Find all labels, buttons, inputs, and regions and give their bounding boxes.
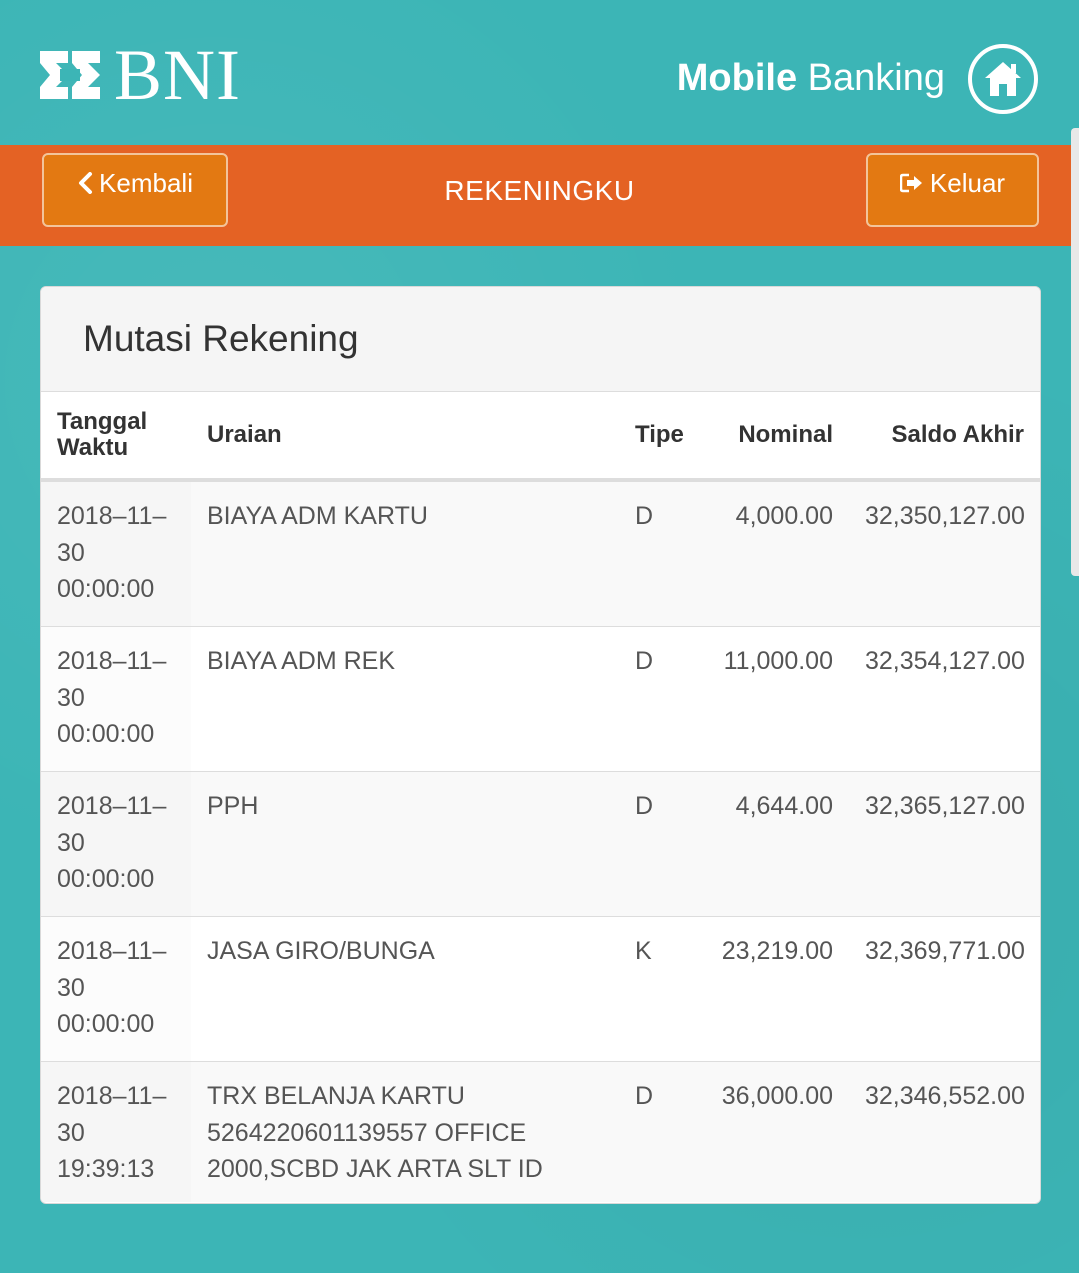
header-date: Tanggal Waktu — [41, 392, 191, 482]
header-type: Tipe — [619, 392, 701, 482]
cell-date: 2018–11– 30 19:39:13 — [41, 1061, 191, 1202]
nav-bar: Kembali REKENINGKU Keluar — [0, 145, 1079, 246]
panel-title: Mutasi Rekening — [83, 318, 359, 359]
page-scrollbar[interactable] — [1071, 128, 1079, 576]
cell-description: PPH — [191, 771, 619, 917]
cell-amount: 4,644.00 — [701, 771, 849, 917]
table-header-row: Tanggal Waktu Uraian Tipe Nominal Saldo A… — [41, 392, 1040, 482]
header-description: Uraian — [191, 392, 619, 482]
table-row: 2018–11– 30 19:39:13 TRX BELANJA KARTU 5264… — [41, 1061, 1040, 1202]
cell-amount: 11,000.00 — [701, 626, 849, 772]
table-row: 2018–11– 30 00:00:00 BIAYA ADM KARTU D 4,0… — [41, 480, 1040, 627]
mutasi-panel: Mutasi Rekening Tanggal Waktu Uraian Tipe… — [40, 286, 1041, 1204]
bni-logo: BNI — [38, 35, 241, 115]
cell-balance: 32,365,127.00 — [849, 771, 1040, 917]
bni-logo-text: BNI — [114, 35, 241, 115]
panel-heading: Mutasi Rekening — [41, 287, 1040, 392]
cell-description: TRX BELANJA KARTU 5264220601139557 OFFICE… — [191, 1061, 619, 1202]
table-row: 2018–11– 30 00:00:00 BIAYA ADM REK D 11,00… — [41, 626, 1040, 772]
cell-balance: 32,369,771.00 — [849, 916, 1040, 1062]
cell-description: BIAYA ADM REK — [191, 626, 619, 772]
cell-type: D — [619, 771, 701, 917]
cell-description: JASA GIRO/BUNGA — [191, 916, 619, 1062]
cell-amount: 23,219.00 — [701, 916, 849, 1062]
cell-type: K — [619, 916, 701, 1062]
cell-amount: 36,000.00 — [701, 1061, 849, 1202]
app-title-rest: Banking — [797, 57, 945, 99]
cell-date: 2018–11– 30 00:00:00 — [41, 626, 191, 772]
header-amount: Nominal — [701, 392, 849, 482]
bni-logo-mark — [40, 51, 100, 99]
home-button[interactable] — [968, 44, 1038, 114]
header-balance: Saldo Akhir — [849, 392, 1040, 482]
cell-description: BIAYA ADM KARTU — [207, 502, 428, 530]
cell-date: 2018–11– 30 00:00:00 — [41, 916, 191, 1062]
cell-date: 2018–11– 30 00:00:00 — [57, 502, 167, 603]
app-title: Mobile Banking — [677, 57, 945, 100]
cell-type: D — [619, 626, 701, 772]
cell-type: D — [635, 502, 654, 530]
cell-type: D — [619, 1061, 701, 1202]
logout-button-label: Keluar — [929, 167, 1006, 198]
cell-date: 2018–11– 30 00:00:00 — [41, 771, 191, 917]
app-header: BNI Mobile Banking — [0, 0, 1079, 145]
logout-button[interactable]: Keluar — [866, 153, 1039, 227]
home-icon — [985, 62, 1021, 96]
table-row: 2018–11– 30 00:00:00 PPH D 4,644.00 32,365… — [41, 771, 1040, 917]
transactions-table: Tanggal Waktu Uraian Tipe Nominal Saldo A… — [41, 392, 1040, 1202]
cell-amount: 4,000.00 — [735, 502, 833, 530]
table-row: 2018–11– 30 00:00:00 JASA GIRO/BUNGA K 23,… — [41, 916, 1040, 1062]
sign-out-icon — [899, 173, 924, 193]
cell-balance: 32,346,552.00 — [849, 1061, 1040, 1202]
app-title-bold: Mobile — [676, 57, 798, 99]
cell-balance: 32,354,127.00 — [849, 626, 1040, 772]
cell-balance: 32,350,127.00 — [865, 502, 1025, 530]
